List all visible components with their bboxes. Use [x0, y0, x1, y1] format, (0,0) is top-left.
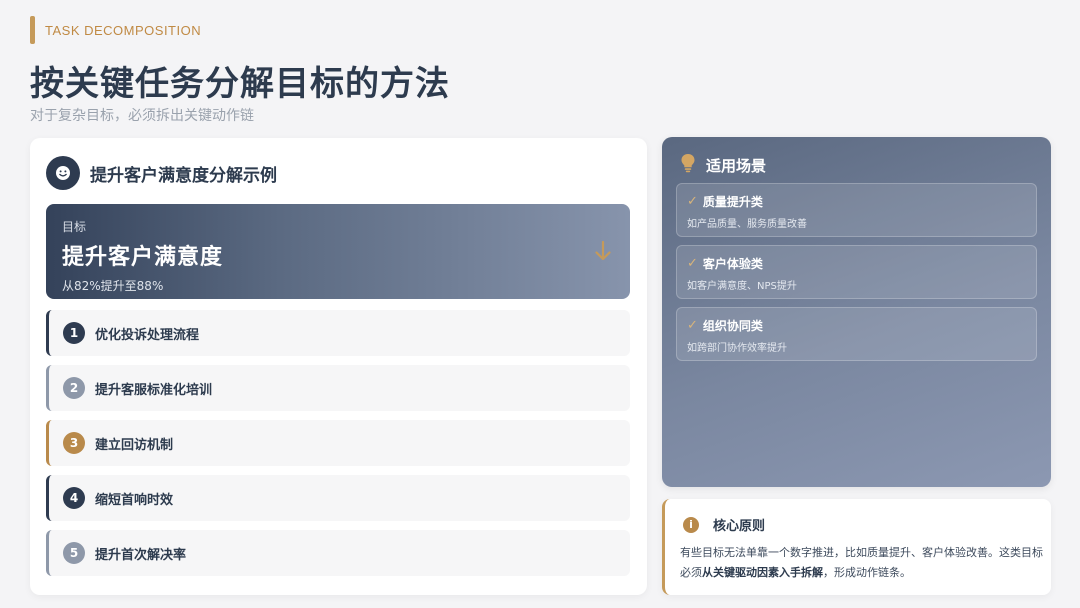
example-header: 提升客户满意度分解示例	[46, 156, 277, 190]
scenario-item: ✓ 质量提升类 如产品质量、服务质量改善	[676, 183, 1037, 237]
step-label: 建立回访机制	[95, 437, 174, 453]
check-icon: ✓	[687, 256, 698, 271]
section-tag: TASK DECOMPOSITION	[30, 16, 201, 44]
scenario-desc: 如客户满意度、NPS提升	[687, 281, 797, 292]
scenario-title: 客户体验类	[702, 257, 763, 271]
section-tag-label: TASK DECOMPOSITION	[45, 22, 202, 38]
info-icon: i	[683, 516, 699, 533]
page-title: 按关键任务分解目标的方法	[30, 64, 450, 104]
step-item: 3 建立回访机制	[46, 420, 630, 466]
lightbulb-icon	[680, 153, 696, 177]
goal-label: 目标	[62, 220, 87, 234]
scenario-title: 质量提升类	[702, 195, 763, 209]
step-item: 1 优化投诉处理流程	[46, 310, 630, 356]
scenarios-header: 适用场景	[680, 153, 766, 177]
scenario-desc: 如跨部门协作效率提升	[687, 343, 787, 354]
scenarios-title: 适用场景	[706, 156, 767, 175]
step-item: 4 缩短首响时效	[46, 475, 630, 521]
step-item: 2 提升客服标准化培训	[46, 365, 630, 411]
step-number: 5	[63, 542, 85, 564]
goal-detail: 从82%提升至88%	[62, 279, 164, 293]
goal-name: 提升客户满意度	[62, 245, 224, 270]
step-item: 5 提升首次解决率	[46, 530, 630, 576]
principle-text-bold: 从关键驱动因素入手拆解	[702, 566, 823, 579]
step-number: 1	[63, 322, 85, 344]
principle-title: 核心原则	[713, 519, 766, 534]
arrow-down-icon	[594, 240, 612, 266]
principle-header: i 核心原则	[683, 515, 765, 534]
smile-icon	[46, 156, 80, 190]
example-card: 提升客户满意度分解示例 目标 提升客户满意度 从82%提升至88% 1 优化投诉…	[30, 138, 647, 595]
principle-text-after: ，形成动作链条。	[823, 566, 911, 579]
step-number: 2	[63, 377, 85, 399]
step-label: 优化投诉处理流程	[95, 327, 200, 343]
scenarios-card: 适用场景 ✓ 质量提升类 如产品质量、服务质量改善 ✓ 客户体验类 如客户满意度…	[662, 137, 1051, 487]
tag-accent-bar	[30, 16, 35, 44]
scenario-item: ✓ 组织协同类 如跨部门协作效率提升	[676, 307, 1037, 361]
principle-text: 有些目标无法单靠一个数字推进，比如质量提升、客户体验改善。这类目标必须从关键驱动…	[680, 543, 1044, 583]
scenario-desc: 如产品质量、服务质量改善	[687, 219, 807, 230]
example-title: 提升客户满意度分解示例	[90, 165, 277, 186]
check-icon: ✓	[687, 194, 698, 209]
scenario-title: 组织协同类	[702, 319, 763, 333]
page-subtitle: 对于复杂目标，必须拆出关键动作链	[30, 108, 254, 124]
check-icon: ✓	[687, 318, 698, 333]
step-label: 提升客服标准化培训	[95, 382, 213, 398]
step-label: 缩短首响时效	[95, 492, 174, 508]
scenario-item: ✓ 客户体验类 如客户满意度、NPS提升	[676, 245, 1037, 299]
step-number: 3	[63, 432, 85, 454]
principle-card: i 核心原则 有些目标无法单靠一个数字推进，比如质量提升、客户体验改善。这类目标…	[662, 499, 1051, 595]
step-number: 4	[63, 487, 85, 509]
step-label: 提升首次解决率	[95, 547, 187, 563]
goal-banner: 目标 提升客户满意度 从82%提升至88%	[46, 204, 630, 299]
